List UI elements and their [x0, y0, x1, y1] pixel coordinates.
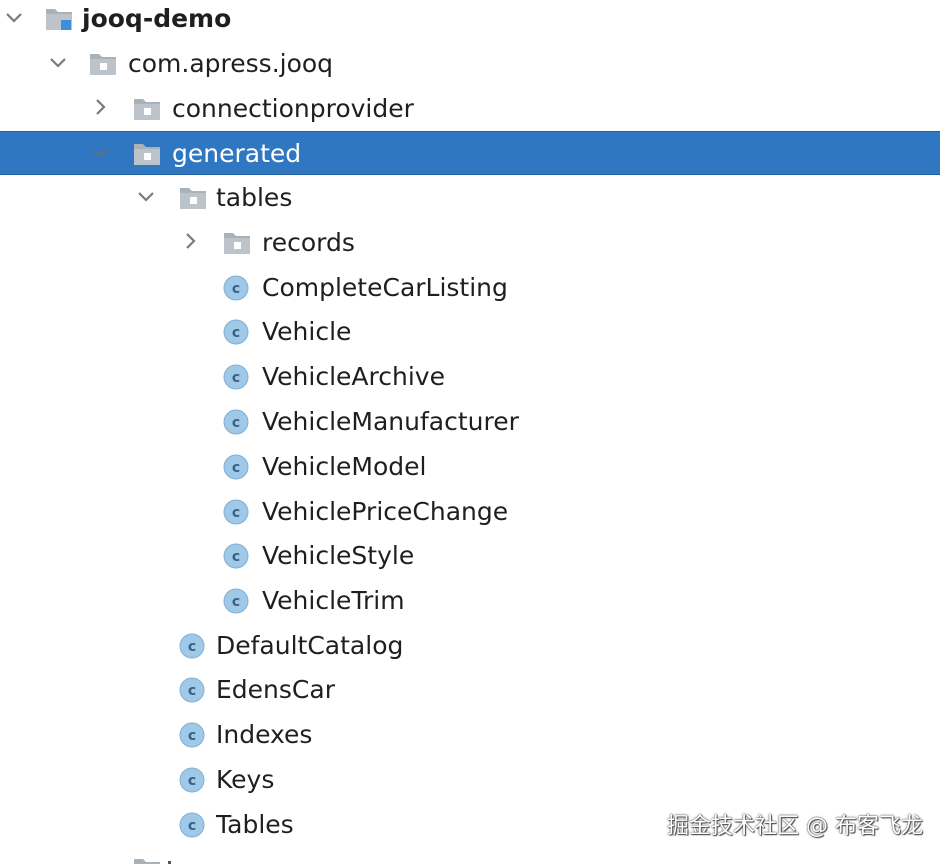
tree-node-partial — [134, 852, 174, 864]
tree-node-label: VehicleModel — [262, 452, 427, 481]
package-folder-icon — [88, 50, 118, 78]
tree-node-com-apress-jooq[interactable]: com.apress.jooq — [0, 42, 940, 86]
svg-text:c: c — [232, 505, 240, 521]
tree-node-label: records — [262, 228, 355, 257]
tree-node-class[interactable]: c Keys — [0, 758, 940, 802]
class-icon: c — [222, 542, 252, 570]
tree-node-class[interactable]: c VehicleTrim — [0, 579, 940, 623]
svg-text:c: c — [188, 728, 196, 744]
svg-text:c: c — [232, 460, 240, 476]
tree-node-class[interactable]: c CompleteCarListing — [0, 266, 940, 310]
tree-node-label: tables — [216, 183, 293, 212]
svg-text:c: c — [232, 415, 240, 431]
tree-node-label: VehicleManufacturer — [262, 407, 519, 436]
class-icon: c — [222, 274, 252, 302]
watermark: 掘金技术社区 @ 布客飞龙 — [667, 814, 923, 839]
package-folder-icon — [132, 95, 162, 123]
tree-node-label: VehiclePriceChange — [262, 497, 509, 526]
tree-node-generated[interactable]: generated — [0, 131, 940, 175]
tree-node-label: Tables — [216, 810, 294, 839]
package-folder-icon — [222, 229, 252, 257]
class-icon: c — [222, 408, 252, 436]
svg-text:c: c — [188, 773, 196, 789]
chevron-right-icon[interactable] — [88, 95, 112, 119]
svg-text:c: c — [188, 683, 196, 699]
tree-node-label: Vehicle — [262, 317, 352, 346]
svg-text:c: c — [188, 639, 196, 655]
class-icon: c — [222, 318, 252, 346]
class-icon: c — [178, 766, 208, 794]
class-icon: c — [222, 587, 252, 615]
svg-text:c: c — [232, 370, 240, 386]
tree-node-label: DefaultCatalog — [216, 631, 404, 660]
tree-node-class[interactable]: c VehicleArchive — [0, 355, 940, 399]
tree-node-label: VehicleTrim — [262, 586, 405, 615]
class-icon: c — [178, 676, 208, 704]
chevron-right-icon[interactable] — [178, 229, 202, 253]
chevron-down-icon[interactable] — [46, 50, 70, 74]
svg-text:c: c — [232, 281, 240, 297]
svg-text:c: c — [232, 549, 240, 565]
tree-node-label: jooq-demo — [82, 4, 232, 33]
tree-node-class[interactable]: c Indexes — [0, 713, 940, 757]
chevron-down-icon[interactable] — [134, 184, 158, 208]
package-folder-icon — [132, 140, 162, 168]
tree-node-label: com.apress.jooq — [128, 49, 334, 78]
tree-node-label: Keys — [216, 765, 275, 794]
chevron-down-icon[interactable] — [2, 5, 26, 29]
tree-node-label: Indexes — [216, 720, 313, 749]
tree-node-class[interactable]: c VehicleModel — [0, 445, 940, 489]
svg-text:c: c — [232, 594, 240, 610]
tree-node-tables[interactable]: tables — [0, 176, 940, 220]
tree-node-class[interactable]: c VehicleManufacturer — [0, 400, 940, 444]
module-folder-icon — [44, 5, 74, 33]
svg-text:c: c — [188, 818, 196, 834]
tree-node-class[interactable]: c VehicleStyle — [0, 534, 940, 578]
class-icon: c — [222, 453, 252, 481]
tree-node-class[interactable]: c VehiclePriceChange — [0, 490, 940, 534]
tree-node-records[interactable]: records — [0, 221, 940, 265]
class-icon: c — [178, 632, 208, 660]
class-icon: c — [222, 498, 252, 526]
class-icon: c — [178, 811, 208, 839]
tree-node-label: generated — [172, 139, 302, 168]
tree-node-label: connectionprovider — [172, 94, 414, 123]
tree-node-class[interactable]: c EdensCar — [0, 668, 940, 712]
class-icon: c — [222, 363, 252, 391]
tree-node-class[interactable]: c Vehicle — [0, 310, 940, 354]
tree-node-class[interactable]: c DefaultCatalog — [0, 624, 940, 668]
tree-node-connectionprovider[interactable]: connectionprovider — [0, 87, 940, 131]
chevron-down-icon[interactable] — [88, 140, 112, 164]
class-icon: c — [178, 721, 208, 749]
tree-node-label: EdensCar — [216, 675, 335, 704]
tree-node-label: VehicleStyle — [262, 541, 415, 570]
tree-node-label: CompleteCarListing — [262, 273, 508, 302]
tree-node-jooq-demo[interactable]: jooq-demo — [0, 0, 940, 41]
tree-node-label: VehicleArchive — [262, 362, 445, 391]
project-tree: jooq-demo com.apress.jooq connectionprov… — [0, 0, 945, 864]
package-folder-icon — [178, 184, 208, 212]
svg-text:c: c — [232, 325, 240, 341]
